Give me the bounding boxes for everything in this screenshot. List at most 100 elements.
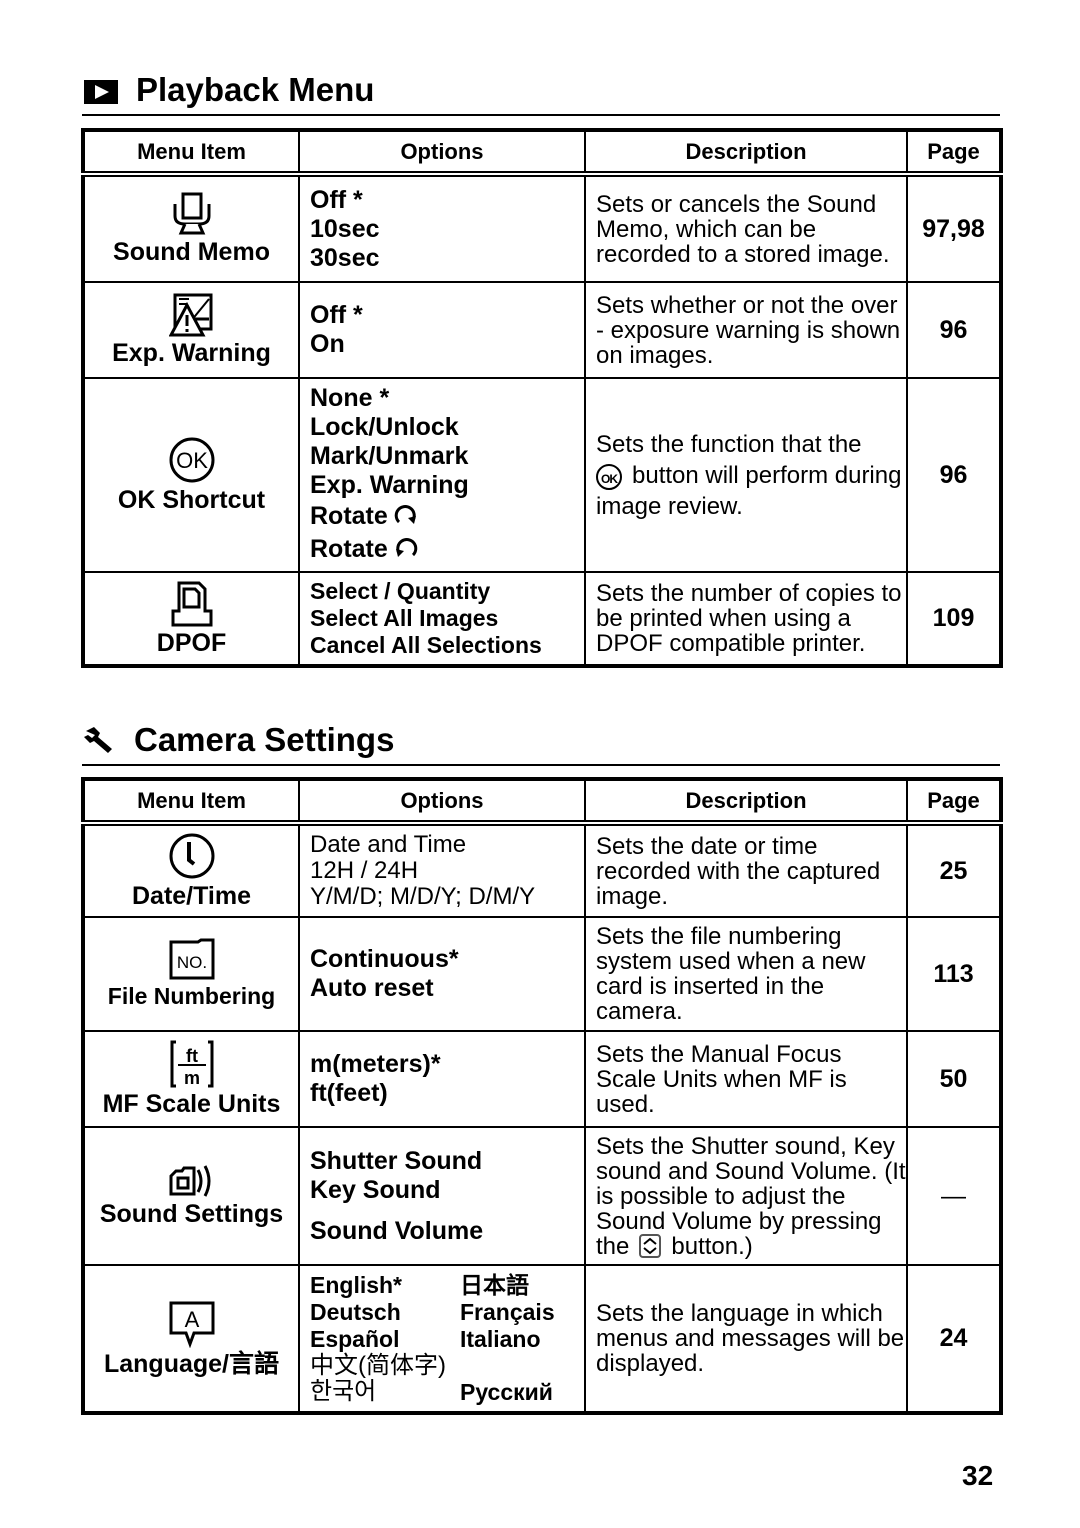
options-cell: m(meters)* ft(feet): [299, 1031, 586, 1128]
description: Sets the date or time recorded with the …: [596, 832, 881, 910]
menu-item-cell: DPOF: [83, 572, 300, 666]
sound-settings-icon: [169, 1165, 210, 1197]
menu-item-label: Sound Settings: [99, 1200, 284, 1228]
description-text: button will perform during image review.: [596, 461, 902, 520]
table-row: Sound Settings Shutter Sound Key Sound S…: [83, 1127, 1001, 1266]
description-cell: Sets the Manual Focus Scale Units when M…: [585, 1031, 908, 1128]
options-cell: Continuous* Auto reset: [299, 917, 586, 1032]
option: Exp. Warning: [310, 471, 469, 499]
option: Y/M/D; M/D/Y; D/M/Y: [310, 883, 536, 910]
description: Sets the Shutter sound, Key sound and So…: [596, 1134, 906, 1259]
menu-item-cell: Date/Time: [83, 823, 300, 918]
camera-settings-heading: Camera Settings: [82, 716, 1000, 766]
menu-item-cell: A Language/言語: [83, 1265, 300, 1413]
header-page: Page: [907, 130, 1001, 177]
option: Auto reset: [310, 974, 434, 1002]
language-option: 中文(简体字): [310, 1351, 446, 1379]
playback-menu-heading: Playback Menu: [82, 66, 1000, 116]
description-cell: Sets or cancels the Sound Memo, which ca…: [585, 174, 908, 283]
playback-menu-table: Menu Item Options Description Page Sound…: [81, 128, 1003, 668]
option: Shutter Sound: [310, 1146, 483, 1175]
option: Off *: [310, 185, 363, 214]
options-cell: Select / Quantity Select All Images Canc…: [299, 572, 586, 666]
up-down-button-icon: [639, 1233, 662, 1258]
description-cell: Sets the number of copies to be printed …: [585, 572, 908, 666]
description-text: Sets the function that the: [596, 430, 862, 458]
language-option: 한국어: [310, 1377, 377, 1405]
exposure-warning-icon: [168, 293, 212, 337]
page-ref: 96: [907, 378, 1001, 573]
menu-item-label: Date/Time: [131, 882, 252, 910]
header-options: Options: [299, 779, 586, 826]
header-description: Description: [585, 779, 908, 826]
description: Sets or cancels the Sound Memo, which ca…: [596, 190, 890, 268]
description: Sets the file numbering system used when…: [596, 923, 866, 1025]
menu-item-label: Exp. Warning: [112, 339, 271, 367]
options-cell: None * Lock/Unlock Mark/Unmark Exp. Warn…: [299, 378, 586, 573]
page-ref: —: [907, 1127, 1001, 1266]
menu-item-cell: Sound Memo: [83, 174, 300, 283]
description: Sets the Manual Focus Scale Units when M…: [596, 1040, 847, 1118]
table-row: A Language/言語 English* 日本語 Deutsch Franç…: [83, 1265, 1001, 1413]
svg-text:ft: ft: [186, 1046, 198, 1066]
option: Select All Images: [310, 605, 499, 631]
option: On: [310, 330, 345, 358]
header-options: Options: [299, 130, 586, 177]
rotate-counterclockwise-icon: [395, 537, 418, 557]
table-row: OK OK Shortcut None * Lock/Unlock Mark/U…: [83, 378, 1001, 573]
menu-item-label: Sound Memo: [113, 238, 270, 266]
option: Mark/Unmark: [310, 442, 469, 470]
ok-button-icon: OK: [596, 463, 622, 490]
description-cell: Sets the language in which menus and mes…: [585, 1265, 908, 1413]
option: Date and Time: [310, 831, 467, 858]
rotate-clockwise-icon: [394, 504, 416, 524]
language-options: English* 日本語 Deutsch Français Español It…: [310, 1272, 584, 1406]
option: Key Sound: [310, 1175, 441, 1204]
description-cell: Sets the date or time recorded with the …: [585, 823, 908, 918]
header-page: Page: [907, 779, 1001, 826]
menu-item-label: File Numbering: [107, 983, 276, 1009]
svg-text:m: m: [183, 1068, 199, 1088]
table-row: Date/Time Date and Time 12H / 24H Y/M/D;…: [83, 823, 1001, 918]
options-cell: Off * 10sec 30sec: [299, 174, 586, 283]
description-cell: Sets the file numbering system used when…: [585, 917, 908, 1032]
page-number: 32: [962, 1460, 994, 1491]
option: Off *: [310, 301, 363, 329]
header-menu-item: Menu Item: [83, 130, 300, 177]
section-title: Playback Menu: [136, 71, 375, 108]
option: None *: [310, 384, 390, 412]
option-rotate-ccw: Rotate: [310, 533, 584, 566]
page-ref: 96: [907, 282, 1001, 379]
option-rotate-cw: Rotate: [310, 500, 584, 533]
description-text: button.): [671, 1232, 753, 1260]
options-cell: Shutter Sound Key Sound Sound Volume: [299, 1127, 586, 1266]
language-option: Русский: [460, 1378, 553, 1405]
sound-memo-icon: [173, 192, 210, 235]
page-ref: 25: [907, 823, 1001, 918]
svg-text:NO.: NO.: [176, 953, 206, 972]
language-option: Italiano: [460, 1325, 541, 1352]
header-menu-item: Menu Item: [83, 779, 300, 826]
page-ref: 24: [939, 1324, 968, 1352]
table-header-row: Menu Item Options Description Page: [83, 779, 1001, 826]
language-option: Deutsch: [310, 1298, 401, 1325]
language-icon: A: [169, 1301, 214, 1348]
option: ft(feet): [310, 1079, 388, 1107]
menu-item-cell: ft m MF Scale Units: [83, 1031, 300, 1128]
option: Continuous*: [310, 945, 459, 973]
table-row: Exp. Warning Off * On Sets whether or no…: [83, 282, 1001, 379]
menu-item-cell: OK OK Shortcut: [83, 378, 300, 573]
description: Sets whether or not the over - exposure …: [596, 291, 901, 369]
options-cell: Date and Time 12H / 24H Y/M/D; M/D/Y; D/…: [299, 823, 586, 918]
description: Sets the language in which menus and mes…: [596, 1300, 905, 1377]
menu-item-label: Language/言語: [103, 1349, 279, 1378]
option: 30sec: [310, 243, 380, 272]
table-row: DPOF Select / Quantity Select All Images…: [83, 572, 1001, 666]
language-option: English*: [310, 1271, 403, 1298]
option: m(meters)*: [310, 1050, 441, 1078]
table-header-row: Menu Item Options Description Page: [83, 130, 1001, 177]
menu-item-cell: NO. File Numbering: [83, 917, 300, 1032]
table-row: NO. File Numbering Continuous* Auto rese…: [83, 917, 1001, 1032]
page-ref: 109: [932, 604, 975, 632]
option-label: Rotate: [310, 535, 388, 563]
